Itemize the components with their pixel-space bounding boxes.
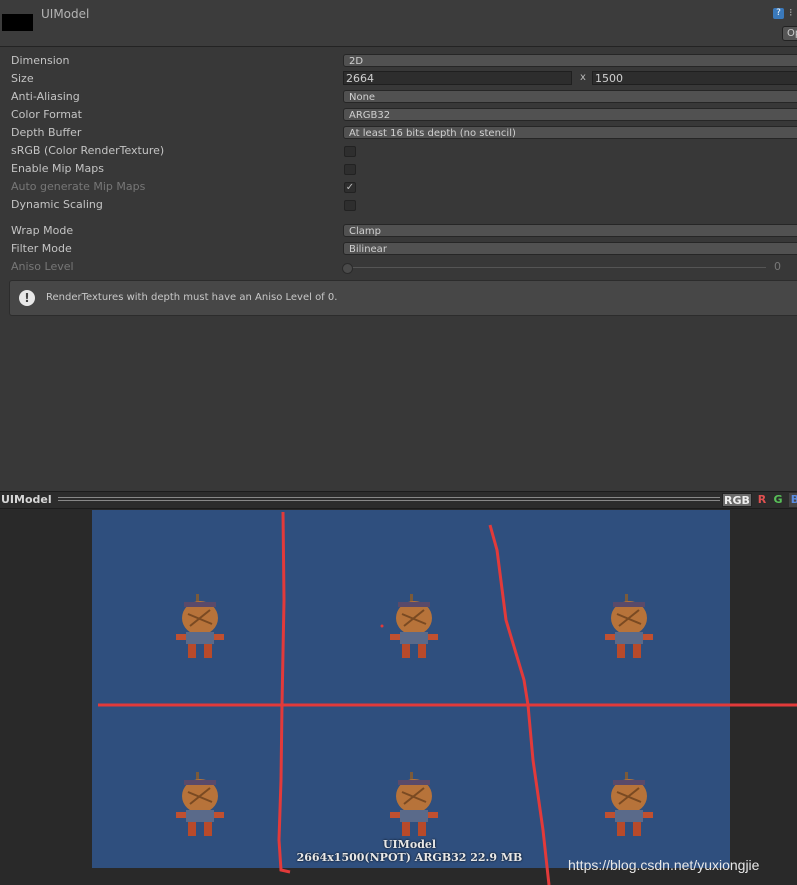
annotation-line-vertical-left bbox=[277, 511, 291, 874]
annotation-dot bbox=[380, 624, 384, 628]
red-annotation-lines bbox=[98, 511, 797, 885]
preview-caption-name: UIModel bbox=[382, 838, 437, 851]
watermark-text: https://blog.csdn.net/yuxiongjie bbox=[568, 857, 760, 873]
